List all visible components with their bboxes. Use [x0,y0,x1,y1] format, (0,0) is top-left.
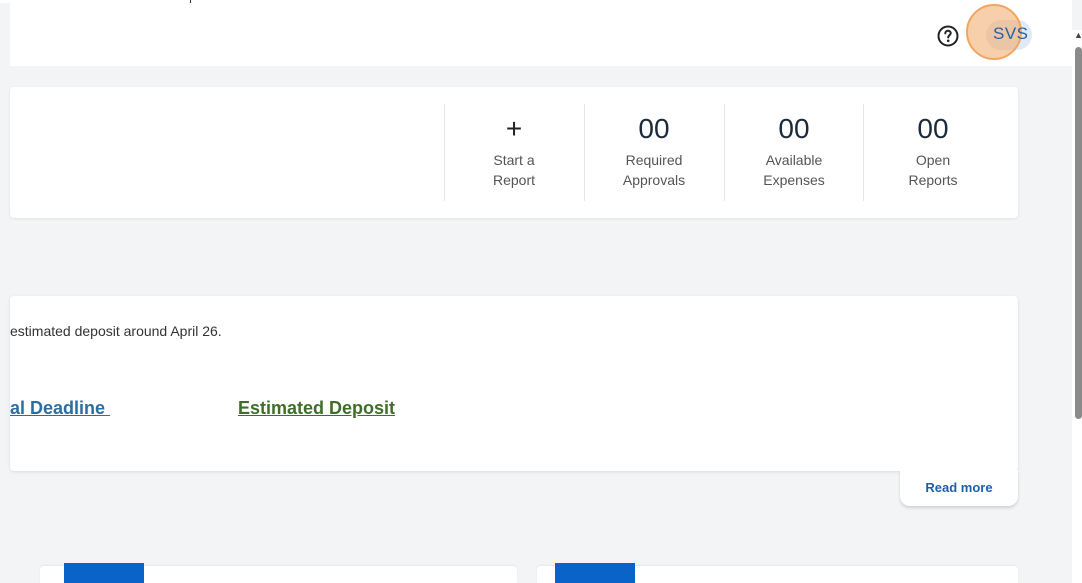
open-reports-tile[interactable]: 00 Open Reports [864,104,1002,204]
bottom-card-right-accent [555,563,635,583]
user-avatar[interactable]: SVS [993,24,1029,46]
stat-value: 00 [778,113,810,144]
plus-icon: + [505,113,523,144]
available-expenses-tile[interactable]: 00 Available Expenses [725,104,863,204]
estimated-deposit-link[interactable]: Estimated Deposit [238,398,395,419]
stat-label: Start a Report [445,150,583,190]
required-approvals-tile[interactable]: 00 Required Approvals [585,104,723,204]
help-icon[interactable] [936,24,960,48]
stat-label-line1: Available [765,152,823,168]
read-more-button[interactable]: Read more [900,470,1018,506]
notice-card: estimated deposit around April 26. al De… [10,296,1018,471]
stat-label: Available Expenses [725,150,863,190]
deadline-link[interactable]: al Deadline [10,398,110,419]
bottom-card-left-accent [64,563,144,583]
stat-label-line2: Reports [908,172,958,188]
scroll-up-arrow-icon[interactable]: ▲ [1074,30,1082,40]
stat-label: Required Approvals [585,150,723,190]
stat-label-line2: Expenses [763,172,825,188]
scrollbar-thumb[interactable] [1075,47,1082,419]
stat-value: 00 [638,113,670,144]
start-report-button[interactable]: + Start a Report [445,104,583,204]
stat-label-line2: Report [492,172,536,188]
stat-label: Open Reports [864,150,1002,190]
stat-label-line2: Approvals [622,172,686,188]
stat-label-line1: Start a [493,152,535,168]
stat-label-line1: Required [625,152,683,168]
stats-card: + Start a Report 00 Required Approvals 0… [10,87,1018,218]
stat-label-line1: Open [915,152,951,168]
top-bar [10,3,1072,66]
notice-text: estimated deposit around April 26. [10,323,222,339]
stat-value: 00 [917,113,949,144]
